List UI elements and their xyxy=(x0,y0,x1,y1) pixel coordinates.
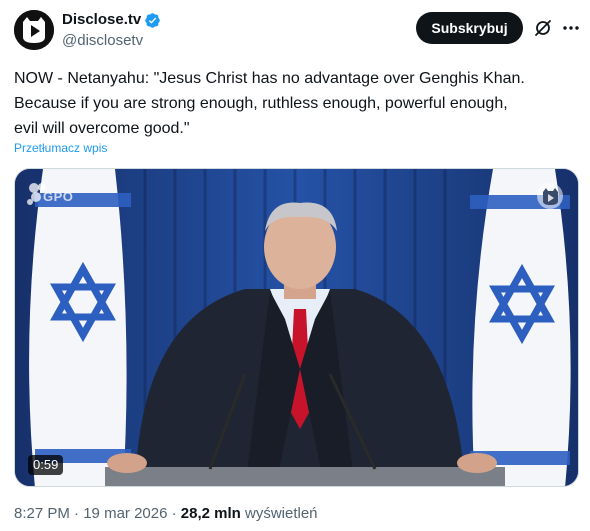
post-text: NOW - Netanyahu: "Jesus Christ has no ad… xyxy=(14,70,525,137)
subscribe-button[interactable]: Subskrybuj xyxy=(416,12,523,44)
translate-post-link[interactable]: Przetłumacz wpis xyxy=(14,140,107,156)
views-count[interactable]: 28,2 mln xyxy=(181,505,241,522)
author-handle[interactable]: @disclosetv xyxy=(62,31,161,51)
israeli-flag-left xyxy=(29,169,131,486)
avatar[interactable] xyxy=(14,10,54,50)
meta-separator: · xyxy=(74,505,80,522)
channel-cat-icon xyxy=(537,183,563,209)
video-duration-badge: 0:59 xyxy=(28,455,64,475)
post-date[interactable]: 19 mar 2026 xyxy=(83,505,167,522)
post-header: Disclose.tv @disclosetv Subskrybuj xyxy=(13,8,581,52)
more-options-icon[interactable] xyxy=(561,18,581,38)
video-watermark: GPO xyxy=(43,189,74,204)
video-player[interactable]: GPO 0:59 xyxy=(14,168,579,487)
author-identity: Disclose.tv @disclosetv xyxy=(62,10,161,51)
post-time[interactable]: 8:27 PM xyxy=(14,505,70,522)
grok-icon[interactable] xyxy=(533,18,553,38)
verified-badge-icon[interactable] xyxy=(144,12,161,29)
play-cat-logo-icon xyxy=(14,10,54,50)
author-display-name[interactable]: Disclose.tv xyxy=(62,10,141,30)
post-meta: 8:27 PM · 19 mar 2026 · 28,2 mln wyświet… xyxy=(14,504,318,524)
video-frame xyxy=(15,169,578,486)
views-label: wyświetleń xyxy=(245,505,318,522)
name-row: Disclose.tv xyxy=(62,10,161,30)
meta-separator: · xyxy=(171,505,177,522)
